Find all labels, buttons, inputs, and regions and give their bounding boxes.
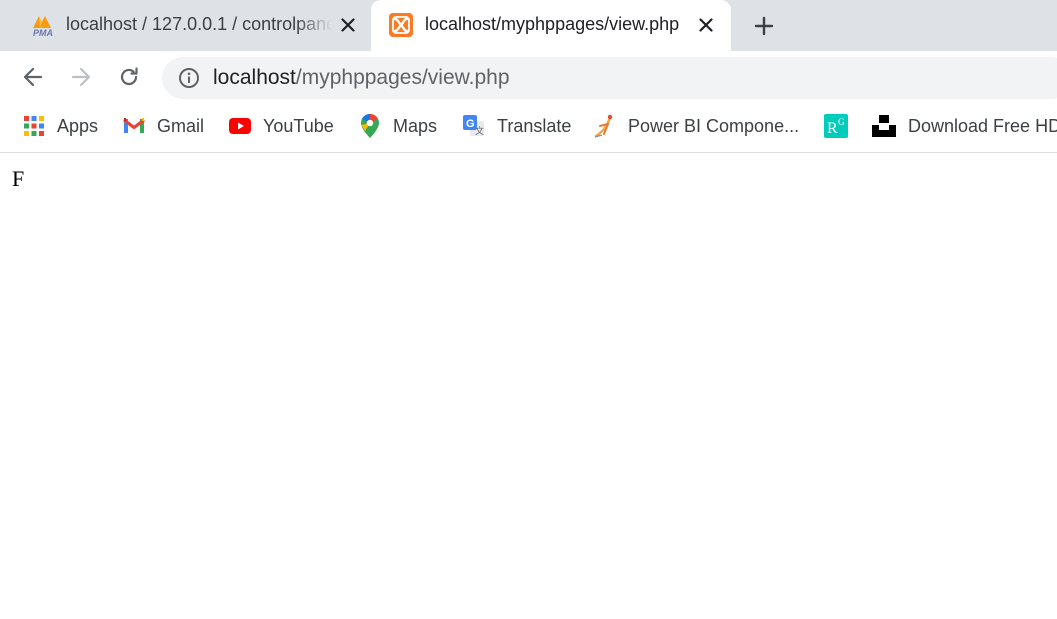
page-content: F: [0, 154, 1057, 619]
bookmark-unsplash[interactable]: Download Free HD: [872, 103, 1057, 149]
forward-button[interactable]: [67, 63, 95, 91]
rg-icon: R G: [824, 114, 848, 138]
svg-text:R: R: [827, 120, 838, 137]
plus-icon: [754, 16, 774, 36]
phpmyadmin-icon: PMA: [30, 13, 56, 38]
bookmark-apps[interactable]: Apps: [23, 103, 98, 149]
gmail-icon: [123, 115, 145, 137]
bookmark-translate[interactable]: G 文 Translate: [463, 103, 571, 149]
new-tab-button[interactable]: [750, 12, 778, 40]
tab-title: localhost/myphppages/view.php: [425, 14, 680, 34]
bookmark-label: Download Free HD: [908, 115, 1057, 136]
close-tab-icon[interactable]: [337, 14, 359, 36]
arrow-right-icon: [71, 67, 91, 87]
tab-phpmyadmin[interactable]: PMA localhost / 127.0.0.1 / controlpanel: [0, 0, 370, 51]
bookmark-gmail[interactable]: Gmail: [123, 103, 204, 149]
maps-pin-icon: [359, 114, 381, 138]
bookmarks-bar: Apps Gmail YouTube Maps G 文 Translate Po…: [0, 103, 1057, 153]
arrow-left-icon: [23, 67, 43, 87]
reload-icon: [120, 67, 138, 86]
bookmark-label: Maps: [393, 115, 438, 136]
translate-icon: G 文: [463, 115, 485, 137]
bookmark-rg[interactable]: R G: [824, 103, 848, 149]
svg-text:G: G: [838, 117, 845, 127]
browser-toolbar: localhost/myphppages/view.php: [0, 51, 1057, 103]
xampp-icon: [389, 13, 413, 37]
powerbi-icon: [594, 114, 616, 138]
info-icon[interactable]: [178, 67, 200, 89]
tab-title: localhost / 127.0.0.1 / controlpanel: [66, 14, 334, 34]
bookmark-label: Translate: [497, 115, 572, 136]
back-button[interactable]: [19, 63, 47, 91]
bookmark-label: Power BI Compone...: [628, 115, 800, 136]
tab-strip: PMA localhost / 127.0.0.1 / controlpanel…: [0, 0, 1057, 51]
svg-text:PMA: PMA: [33, 28, 53, 37]
url-host: localhost: [213, 66, 296, 89]
bookmark-maps[interactable]: Maps: [359, 103, 437, 149]
reload-button[interactable]: [115, 63, 143, 91]
bookmark-label: Apps: [57, 115, 99, 136]
url-path: /myphppages/view.php: [295, 66, 510, 89]
url-text[interactable]: localhost/myphppages/view.php: [213, 66, 510, 90]
bookmark-label: Gmail: [157, 115, 205, 136]
svg-text:文: 文: [475, 125, 484, 136]
apps-grid-icon: [23, 115, 45, 137]
tab-view-php[interactable]: localhost/myphppages/view.php: [371, 0, 731, 51]
address-bar[interactable]: localhost/myphppages/view.php: [162, 57, 1057, 99]
close-tab-icon[interactable]: [695, 14, 717, 36]
svg-text:G: G: [466, 118, 475, 130]
youtube-icon: [229, 115, 251, 137]
bookmark-label: YouTube: [263, 115, 334, 136]
bookmark-youtube[interactable]: YouTube: [229, 103, 334, 149]
page-text: F: [12, 166, 25, 191]
unsplash-icon: [872, 115, 896, 137]
bookmark-powerbi[interactable]: Power BI Compone...: [594, 103, 799, 149]
